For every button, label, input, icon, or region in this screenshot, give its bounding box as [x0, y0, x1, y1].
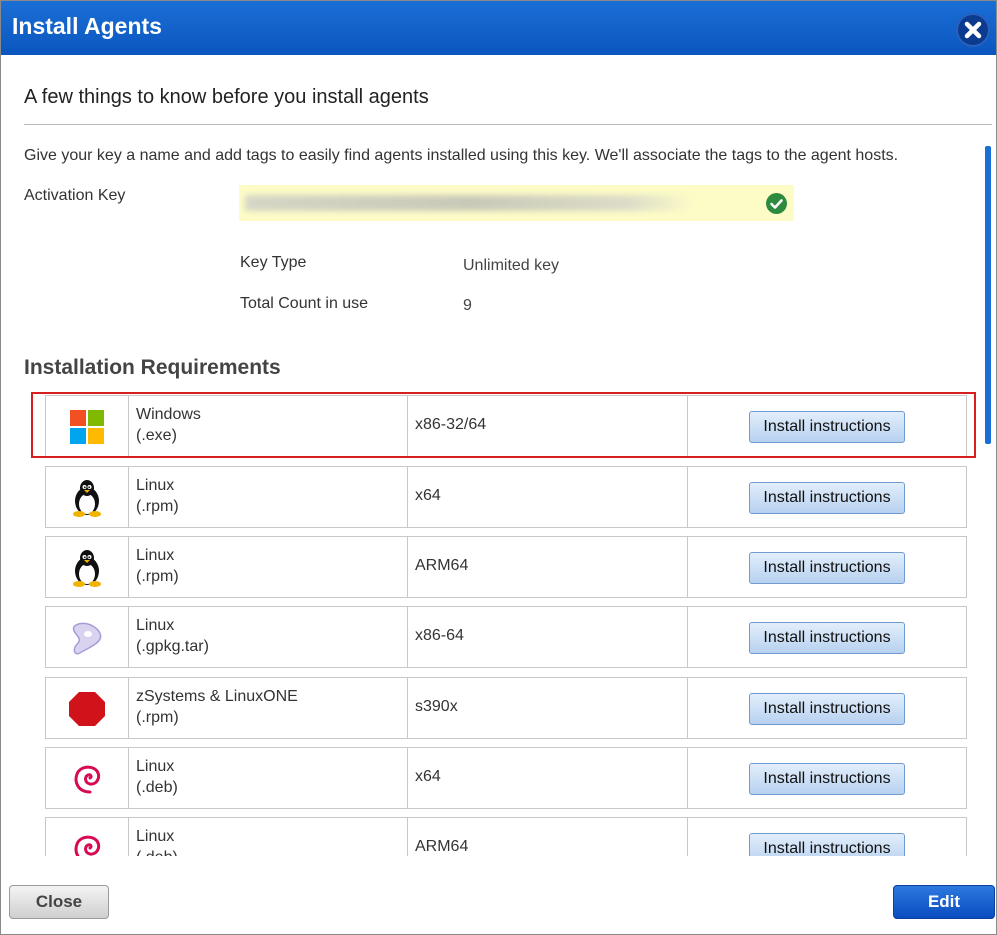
agent-package: (.deb): [136, 779, 178, 796]
dialog-subtitle: A few things to know before you install …: [24, 86, 429, 108]
agent-platform: Windows (.exe): [129, 396, 408, 456]
key-type-label: Key Type: [240, 254, 307, 271]
installation-requirements-heading: Installation Requirements: [24, 356, 281, 379]
agent-row-zsystems: zSystems & LinuxONE (.rpm) s390x Install …: [45, 677, 967, 739]
agent-row-windows: Windows (.exe) x86-32/64 Install instruct…: [45, 395, 967, 457]
activation-key-label: Activation Key: [24, 187, 126, 204]
agent-platform: Linux (.deb): [129, 818, 408, 856]
agent-os: Windows: [136, 406, 201, 423]
agent-action-cell: Install instructions: [688, 467, 966, 527]
agent-icon-cell: [46, 537, 129, 597]
agent-os: Linux: [136, 617, 175, 634]
key-description: Give your key a name and add tags to eas…: [24, 147, 899, 164]
close-icon: [964, 21, 982, 39]
total-count-value: 9: [463, 297, 472, 314]
dialog-body[interactable]: A few things to know before you install …: [1, 56, 996, 856]
agent-platform: Linux (.deb): [129, 748, 408, 808]
linux-tux-icon: [73, 480, 101, 517]
debian-icon: [74, 765, 101, 794]
divider: [24, 124, 992, 125]
agent-action-cell: Install instructions: [688, 678, 966, 738]
total-count-label: Total Count in use: [240, 295, 369, 312]
agent-platform: Linux (.gpkg.tar): [129, 607, 408, 667]
agent-os: zSystems & LinuxONE: [136, 688, 298, 705]
install-instructions-button[interactable]: Install instructions: [749, 482, 905, 514]
agent-arch: x86-32/64: [408, 396, 688, 456]
agent-row-linux-gpkg: Linux (.gpkg.tar) x86-64 Install instruct…: [45, 606, 967, 668]
key-type-value: Unlimited key: [463, 257, 560, 274]
agent-arch: x64: [408, 467, 688, 527]
linux-tux-icon: [73, 550, 101, 587]
agent-os: Linux: [136, 828, 175, 845]
agent-arch: x86-64: [408, 607, 688, 667]
zlinux-icon: [69, 692, 105, 726]
install-instructions-button[interactable]: Install instructions: [749, 411, 905, 443]
agent-package: (.exe): [136, 427, 177, 444]
close-dialog-button[interactable]: [956, 13, 990, 47]
agent-arch: s390x: [408, 678, 688, 738]
agent-package: (.deb): [136, 847, 407, 856]
agent-icon-cell: [46, 607, 129, 667]
agent-row-linux-deb-x64: Linux (.deb) x64 Install instructions: [45, 747, 967, 809]
install-instructions-button[interactable]: Install instructions: [749, 552, 905, 584]
agent-action-cell: Install instructions: [688, 396, 966, 456]
install-instructions-button[interactable]: Install instructions: [749, 763, 905, 795]
gentoo-icon: [72, 622, 102, 655]
agent-row-linux-rpm-x64: Linux (.rpm) x64 Install instructions: [45, 466, 967, 528]
install-instructions-button[interactable]: Install instructions: [749, 693, 905, 725]
activation-key-field: [239, 185, 794, 221]
agent-platform: zSystems & LinuxONE (.rpm): [129, 678, 408, 738]
agent-arch: ARM64: [408, 537, 688, 597]
agent-icon-cell: [46, 396, 129, 456]
agent-arch: x64: [408, 748, 688, 808]
close-button[interactable]: Close: [9, 885, 109, 919]
activation-key-value-redacted: [245, 195, 695, 211]
install-agents-dialog: Install Agents A few things to know befo…: [0, 0, 997, 935]
dialog-titlebar: Install Agents: [1, 1, 996, 55]
agent-package: (.rpm): [136, 568, 179, 585]
agent-icon-cell: [46, 818, 129, 856]
agent-action-cell: Install instructions: [688, 607, 966, 667]
agent-action-cell: Install instructions: [688, 748, 966, 808]
agent-action-cell: Install instructions: [688, 818, 966, 856]
windows-icon: [70, 410, 104, 444]
agent-row-linux-deb-arm64: Linux (.deb) ARM64 Install instructions: [45, 817, 967, 856]
install-instructions-button[interactable]: Install instructions: [749, 622, 905, 654]
edit-button[interactable]: Edit: [893, 885, 995, 919]
agent-os: Linux: [136, 477, 175, 494]
agent-package: (.gpkg.tar): [136, 638, 209, 655]
agent-os: Linux: [136, 758, 175, 775]
scrollbar-thumb[interactable]: [985, 146, 991, 444]
check-icon: [766, 193, 787, 214]
agent-icon-cell: [46, 467, 129, 527]
agent-os: Linux: [136, 547, 175, 564]
agent-action-cell: Install instructions: [688, 537, 966, 597]
agent-platform: Linux (.rpm): [129, 467, 408, 527]
agent-icon-cell: [46, 678, 129, 738]
agent-package: (.rpm): [136, 498, 179, 515]
agent-row-linux-rpm-arm64: Linux (.rpm) ARM64 Install instructions: [45, 536, 967, 598]
agent-icon-cell: [46, 748, 129, 808]
agent-platform: Linux (.rpm): [129, 537, 408, 597]
agent-arch: ARM64: [408, 818, 688, 856]
dialog-title: Install Agents: [12, 13, 162, 39]
install-instructions-button[interactable]: Install instructions: [749, 833, 905, 856]
agent-package: (.rpm): [136, 709, 179, 726]
debian-icon: [74, 835, 101, 856]
